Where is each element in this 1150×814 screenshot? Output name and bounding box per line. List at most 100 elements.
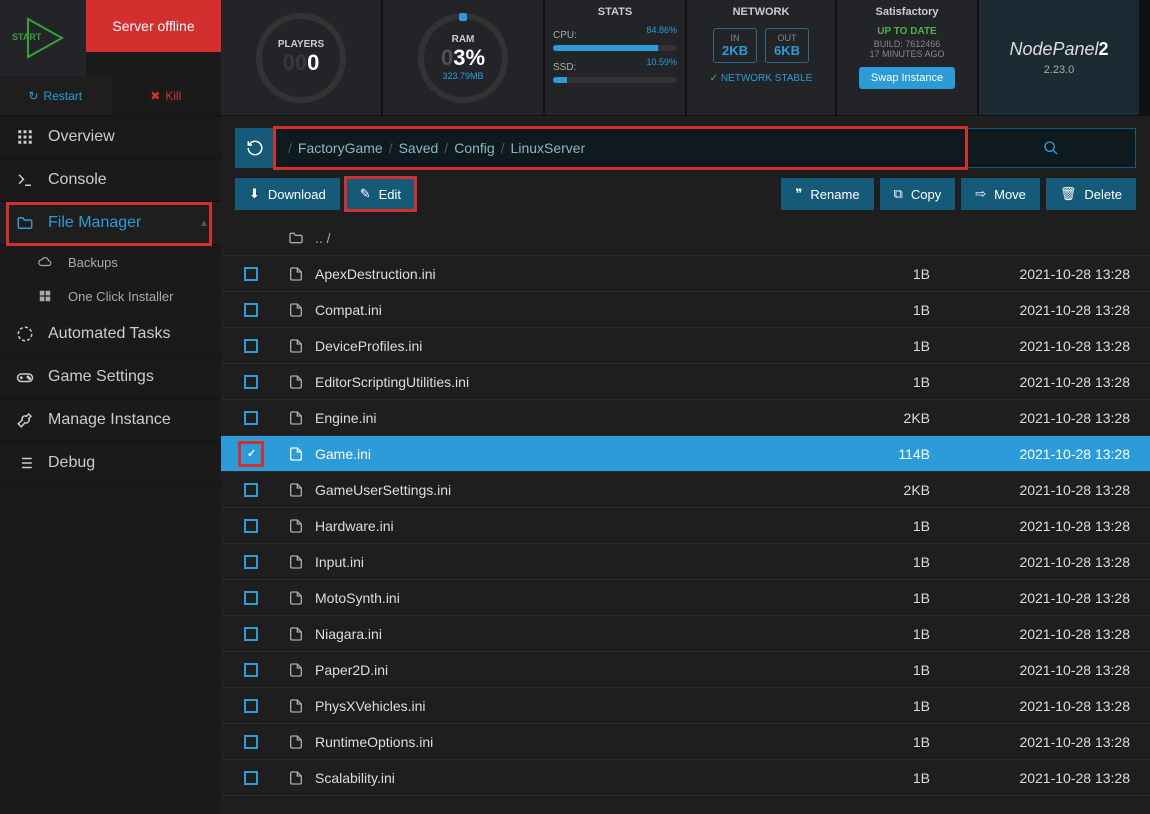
- file-row-up[interactable]: .. /: [221, 220, 1150, 256]
- file-row[interactable]: DeviceProfiles.ini 1B 2021-10-28 13:28: [221, 328, 1150, 364]
- crumb-segment[interactable]: Config: [454, 140, 494, 156]
- game-panel: Satisfactory UP TO DATE BUILD: 7612466 1…: [837, 0, 977, 115]
- ram-title: RAM: [452, 34, 475, 45]
- crumb-segment[interactable]: FactoryGame: [298, 140, 383, 156]
- game-ago: 17 MINUTES AGO: [869, 49, 944, 59]
- path-reload-icon[interactable]: [235, 128, 275, 168]
- row-checkbox[interactable]: [244, 519, 258, 533]
- file-icon: [281, 698, 311, 714]
- file-row[interactable]: Niagara.ini 1B 2021-10-28 13:28: [221, 616, 1150, 652]
- nav-label: Backups: [68, 255, 118, 270]
- brand-name: NodePanel: [1009, 39, 1098, 59]
- row-checkbox[interactable]: [244, 303, 258, 317]
- network-panel: NETWORK IN 2KB OUT 6KB NETWORK STABLE: [687, 0, 835, 115]
- file-size: 1B: [830, 266, 950, 282]
- file-row[interactable]: Hardware.ini 1B 2021-10-28 13:28: [221, 508, 1150, 544]
- row-checkbox[interactable]: [244, 627, 258, 641]
- nav-file-manager[interactable]: File Manager▲: [0, 202, 221, 245]
- file-row[interactable]: RuntimeOptions.ini 1B 2021-10-28 13:28: [221, 724, 1150, 760]
- swap-instance-button[interactable]: Swap Instance: [859, 67, 955, 89]
- file-date: 2021-10-28 13:28: [950, 734, 1150, 750]
- network-out: OUT 6KB: [765, 28, 809, 63]
- file-date: 2021-10-28 13:28: [950, 266, 1150, 282]
- file-row[interactable]: Engine.ini 2KB 2021-10-28 13:28: [221, 400, 1150, 436]
- nav-label: Game Settings: [48, 368, 154, 386]
- nav-game-settings[interactable]: Game Settings: [0, 356, 221, 399]
- breadcrumb[interactable]: / FactoryGame / Saved / Config / LinuxSe…: [275, 128, 966, 168]
- file-size: 1B: [830, 338, 950, 354]
- kill-button[interactable]: ✖ Kill: [111, 76, 222, 115]
- file-name: Paper2D.ini: [311, 662, 830, 678]
- players-value: 0: [307, 50, 319, 75]
- crumb-segment[interactable]: LinuxServer: [511, 140, 586, 156]
- row-checkbox[interactable]: [244, 663, 258, 677]
- crumb-segment[interactable]: Saved: [399, 140, 439, 156]
- file-row[interactable]: EditorScriptingUtilities.ini 1B 2021-10-…: [221, 364, 1150, 400]
- file-row[interactable]: Paper2D.ini 1B 2021-10-28 13:28: [221, 652, 1150, 688]
- search-input[interactable]: [966, 128, 1136, 168]
- grid-icon: [16, 128, 34, 146]
- nav-manage-instance[interactable]: Manage Instance: [0, 399, 221, 442]
- restart-icon: ↻: [28, 89, 38, 103]
- file-row[interactable]: Scalability.ini 1B 2021-10-28 13:28: [221, 760, 1150, 796]
- sidebar: OverviewConsoleFile Manager▲ Backups One C…: [0, 116, 221, 814]
- nav-debug[interactable]: Debug: [0, 442, 221, 485]
- file-date: 2021-10-28 13:28: [950, 302, 1150, 318]
- file-row[interactable]: GameUserSettings.ini 2KB 2021-10-28 13:2…: [221, 472, 1150, 508]
- file-icon: [281, 482, 311, 498]
- restart-button[interactable]: ↻ Restart: [0, 76, 111, 115]
- download-icon: ⬇: [249, 186, 260, 202]
- file-row[interactable]: ApexDestruction.ini 1B 2021-10-28 13:28: [221, 256, 1150, 292]
- file-name: Input.ini: [311, 554, 830, 570]
- row-checkbox[interactable]: [244, 267, 258, 281]
- game-title: Satisfactory: [876, 6, 939, 18]
- file-name: Compat.ini: [311, 302, 830, 318]
- file-row[interactable]: Game.ini 114B 2021-10-28 13:28: [221, 436, 1150, 472]
- list-icon: [16, 454, 34, 472]
- move-icon: ⇨: [975, 186, 986, 202]
- file-date: 2021-10-28 13:28: [950, 698, 1150, 714]
- file-size: 1B: [830, 770, 950, 786]
- file-row[interactable]: MotoSynth.ini 1B 2021-10-28 13:28: [221, 580, 1150, 616]
- stats-title: STATS: [598, 6, 632, 18]
- nav-console[interactable]: Console: [0, 159, 221, 202]
- nav-automated-tasks[interactable]: Automated Tasks: [0, 313, 221, 356]
- row-checkbox[interactable]: [244, 555, 258, 569]
- row-checkbox[interactable]: [244, 735, 258, 749]
- row-checkbox[interactable]: [244, 375, 258, 389]
- row-checkbox[interactable]: [244, 771, 258, 785]
- file-row[interactable]: PhysXVehicles.ini 1B 2021-10-28 13:28: [221, 688, 1150, 724]
- nav-backups[interactable]: Backups: [0, 245, 221, 279]
- download-button[interactable]: ⬇ Download: [235, 178, 340, 210]
- file-icon: [281, 554, 311, 570]
- file-size: 1B: [830, 590, 950, 606]
- file-size: 114B: [830, 446, 950, 462]
- row-checkbox[interactable]: [244, 699, 258, 713]
- nav-overview[interactable]: Overview: [0, 116, 221, 159]
- row-checkbox[interactable]: [244, 339, 258, 353]
- row-checkbox[interactable]: [244, 591, 258, 605]
- file-date: 2021-10-28 13:28: [950, 482, 1150, 498]
- row-checkbox[interactable]: [244, 447, 258, 461]
- file-date: 2021-10-28 13:28: [950, 446, 1150, 462]
- file-name: Niagara.ini: [311, 626, 830, 642]
- network-in: IN 2KB: [713, 28, 757, 63]
- row-checkbox[interactable]: [244, 411, 258, 425]
- edit-icon: ✎: [360, 186, 371, 202]
- rename-button[interactable]: ❞ Rename: [781, 178, 873, 210]
- start-button[interactable]: START: [0, 0, 86, 76]
- row-checkbox[interactable]: [244, 483, 258, 497]
- file-name: Scalability.ini: [311, 770, 830, 786]
- delete-button[interactable]: 🗑 Delete: [1046, 178, 1136, 210]
- file-name: MotoSynth.ini: [311, 590, 830, 606]
- file-name: Hardware.ini: [311, 518, 830, 534]
- nav-label: Manage Instance: [48, 411, 171, 429]
- nav-one-click-installer[interactable]: One Click Installer: [0, 279, 221, 313]
- move-button[interactable]: ⇨ Move: [961, 178, 1040, 210]
- file-row[interactable]: Input.ini 1B 2021-10-28 13:28: [221, 544, 1150, 580]
- file-date: 2021-10-28 13:28: [950, 770, 1150, 786]
- edit-button[interactable]: ✎ Edit: [346, 178, 415, 210]
- file-row[interactable]: Compat.ini 1B 2021-10-28 13:28: [221, 292, 1150, 328]
- file-name: EditorScriptingUtilities.ini: [311, 374, 830, 390]
- copy-button[interactable]: ⧉ Copy: [880, 178, 956, 210]
